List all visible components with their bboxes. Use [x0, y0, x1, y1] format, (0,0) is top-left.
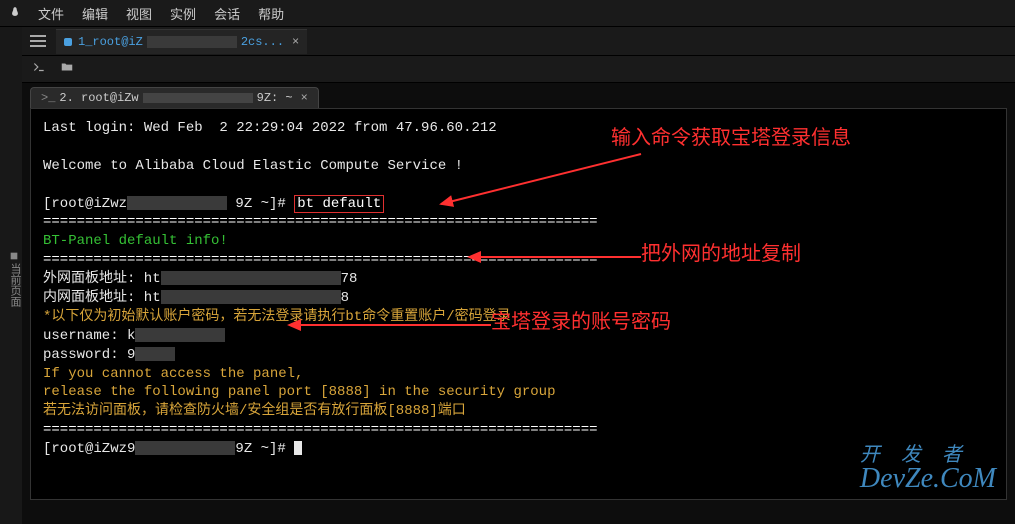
- tool-bar: [22, 56, 1015, 83]
- side-bar: 当前页面 最近登录 我的实例: [0, 27, 22, 524]
- cannot-line-2: release the following panel port [8888] …: [43, 383, 994, 402]
- separator: ========================================…: [43, 251, 994, 270]
- masked-text: [135, 441, 235, 455]
- separator: ========================================…: [43, 213, 994, 232]
- command-highlight: bt default: [294, 195, 384, 213]
- cannot-line-3: 若无法访问面板，请检查防火墙/安全组是否有放行面板[8888]端口: [43, 402, 994, 421]
- password-line: password: 9: [43, 346, 994, 365]
- menu-file[interactable]: 文件: [38, 4, 64, 23]
- term-tab-user: root@iZw: [81, 91, 139, 105]
- term-tab-idx: 2.: [59, 91, 73, 105]
- prompt-icon[interactable]: [32, 60, 46, 78]
- menu-session[interactable]: 会话: [214, 4, 240, 23]
- prompt-line-2: [root@iZwz99Z ~]#: [43, 440, 994, 459]
- cannot-line-1: If you cannot access the panel,: [43, 365, 994, 384]
- tux-icon: [8, 6, 22, 20]
- menu-help[interactable]: 帮助: [258, 4, 284, 23]
- sidebar-item-current[interactable]: 当前页面: [6, 251, 22, 307]
- terminal-tab[interactable]: >_ 2. root@iZw 9Z: ~ ×: [30, 87, 319, 108]
- separator: ========================================…: [43, 421, 994, 440]
- masked-text: [127, 196, 227, 210]
- session-tab[interactable]: 1_root@iZ 2cs... ×: [56, 29, 307, 54]
- internal-url: 内网面板地址: ht8: [43, 289, 994, 308]
- menu-bar: 文件 编辑 视图 实例 会话 帮助: [0, 0, 1015, 27]
- menu-view[interactable]: 视图: [126, 4, 152, 23]
- folder-icon[interactable]: [60, 60, 74, 78]
- close-icon[interactable]: ×: [301, 91, 308, 105]
- masked-text: [147, 36, 237, 48]
- menu-instance[interactable]: 实例: [170, 4, 196, 23]
- welcome-msg: Welcome to Alibaba Cloud Elastic Compute…: [43, 157, 994, 176]
- tab-bar: 1_root@iZ 2cs... ×: [22, 27, 1015, 56]
- external-url: 外网面板地址: ht78: [43, 270, 994, 289]
- close-icon[interactable]: ×: [292, 35, 299, 49]
- panel-info-header: BT-Panel default info!: [43, 232, 994, 251]
- last-login: Last login: Wed Feb 2 22:29:04 2022 from…: [43, 119, 994, 138]
- terminal-output[interactable]: Last login: Wed Feb 2 22:29:04 2022 from…: [30, 108, 1007, 500]
- username-line: username: k: [43, 327, 994, 346]
- term-tab-suffix: 9Z: ~: [257, 91, 293, 105]
- menu-edit[interactable]: 编辑: [82, 4, 108, 23]
- cursor: [294, 441, 302, 455]
- menu-toggle-icon[interactable]: [30, 35, 46, 47]
- terminal-icon: [64, 38, 72, 46]
- tab-prefix: 1_root@iZ: [78, 35, 143, 49]
- masked-text: [143, 93, 253, 103]
- tab-suffix: 2cs...: [241, 35, 284, 49]
- note-line: *以下仅为初始默认账户密码，若无法登录请执行bt命令重置账户/密码登录: [43, 308, 994, 327]
- prompt-line-1: [root@iZwz 9Z ~]# bt default: [43, 195, 994, 214]
